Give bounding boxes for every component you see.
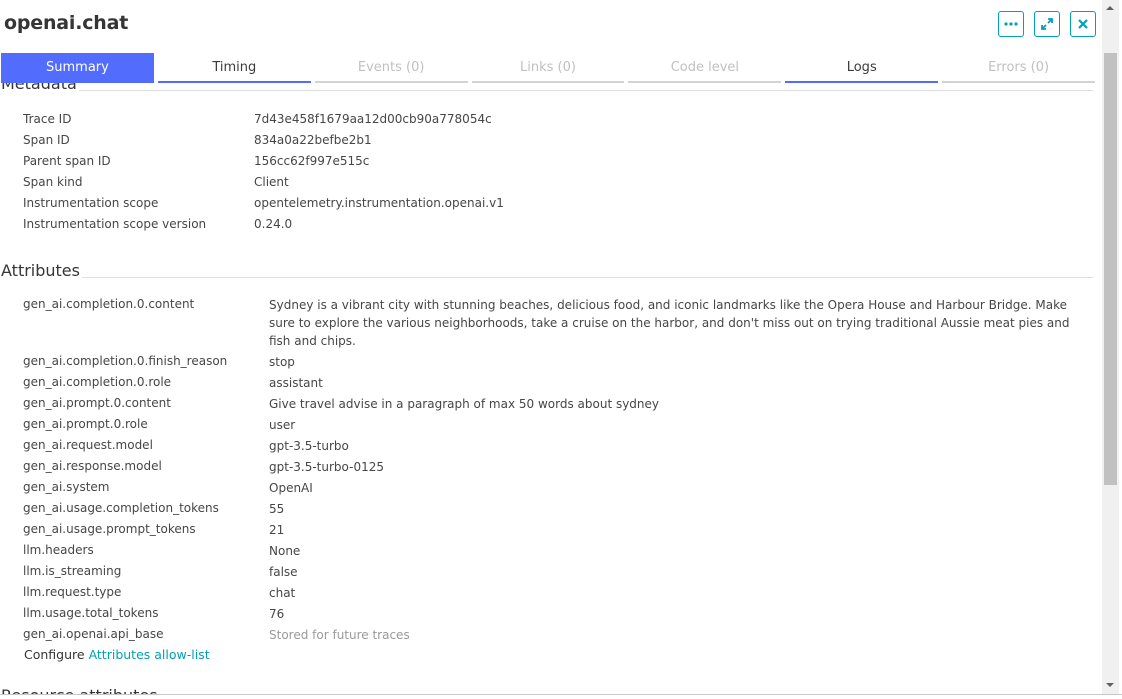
expand-button[interactable]: [1034, 11, 1060, 37]
kv-row: Span kind Client: [23, 172, 504, 193]
row-key: Span ID: [23, 133, 70, 147]
divider: [81, 277, 1093, 278]
row-key: gen_ai.prompt.0.role: [23, 417, 148, 431]
close-button[interactable]: [1070, 11, 1096, 37]
kv-row: Span ID 834a0a22befbe2b1: [23, 130, 504, 151]
row-value: 7d43e458f1679aa12d00cb90a778054c: [254, 112, 492, 126]
row-key: gen_ai.usage.prompt_tokens: [23, 522, 196, 536]
kv-row: gen_ai.request.model gpt-3.5-turbo: [23, 435, 1089, 456]
row-key: gen_ai.completion.0.finish_reason: [23, 354, 228, 368]
row-value: OpenAI: [269, 480, 313, 495]
row-key: gen_ai.usage.completion_tokens: [23, 501, 219, 515]
kv-row: Parent span ID 156cc62f997e515c: [23, 151, 504, 172]
tab-logs[interactable]: Logs: [785, 53, 939, 83]
row-value: 21: [269, 522, 285, 537]
metadata-heading: Metadata: [1, 83, 1093, 93]
tab-summary[interactable]: Summary: [1, 53, 154, 83]
span-title: openai.chat: [4, 12, 129, 34]
row-value: gpt-3.5-turbo-0125: [269, 459, 384, 474]
kv-row: gen_ai.system OpenAI: [23, 477, 1089, 498]
attributes-heading-text: Attributes: [1, 261, 80, 280]
row-value: chat: [269, 585, 296, 600]
kv-row: gen_ai.usage.prompt_tokens 21: [23, 519, 1089, 540]
attributes-table: gen_ai.completion.0.content Sydney is a v…: [23, 294, 1089, 645]
attributes-heading: Attributes: [1, 261, 1093, 280]
configure-label: Configure: [24, 647, 85, 662]
row-key: Trace ID: [23, 112, 72, 126]
row-value: Client: [254, 175, 289, 189]
row-key: gen_ai.request.model: [23, 438, 153, 452]
ellipsis-icon: [1004, 22, 1018, 26]
row-key: llm.headers: [23, 543, 94, 557]
row-key: Instrumentation scope version: [23, 217, 207, 231]
kv-row: Instrumentation scope opentelemetry.instr…: [23, 193, 504, 214]
row-key: gen_ai.system: [23, 480, 110, 494]
kv-row: llm.is_streaming false: [23, 561, 1089, 582]
row-value: Give travel advise in a paragraph of max…: [269, 396, 660, 411]
attributes-allow-list-link[interactable]: Attributes allow-list: [89, 647, 210, 662]
summary-content: Metadata Trace ID 7d43e458f1679aa12d00cb9…: [0, 83, 1101, 695]
configure-line: Configure Attributes allow-list: [24, 647, 210, 662]
row-key: gen_ai.openai.api_base: [23, 627, 164, 641]
expand-arrows-icon: [1041, 18, 1053, 30]
row-key: llm.usage.total_tokens: [23, 606, 159, 620]
more-options-button[interactable]: [998, 11, 1024, 37]
close-icon: [1078, 19, 1088, 29]
kv-row: gen_ai.openai.api_base Stored for future …: [23, 624, 1089, 645]
tab-code-level[interactable]: Code level: [628, 53, 782, 83]
kv-row: Trace ID 7d43e458f1679aa12d00cb90a778054c: [23, 109, 504, 130]
header-actions: [998, 11, 1096, 37]
tab-errors[interactable]: Errors (0): [942, 53, 1096, 83]
kv-row: llm.request.type chat: [23, 582, 1089, 603]
row-value: stop: [269, 354, 295, 369]
bottom-border: [0, 694, 1122, 695]
tab-timing[interactable]: Timing: [157, 53, 311, 83]
row-value: 0.24.0: [254, 217, 293, 231]
row-value: assistant: [269, 375, 323, 390]
row-value: 156cc62f997e515c: [254, 154, 370, 168]
kv-row: gen_ai.prompt.0.content Give travel advis…: [23, 393, 1089, 414]
row-key: llm.request.type: [23, 585, 122, 599]
row-key: Instrumentation scope: [23, 196, 159, 210]
row-value: gpt-3.5-turbo: [269, 438, 349, 453]
kv-row: Instrumentation scope version 0.24.0: [23, 214, 504, 235]
divider: [78, 90, 1093, 91]
kv-row: llm.usage.total_tokens 76: [23, 603, 1089, 624]
tab-events[interactable]: Events (0): [314, 53, 468, 83]
vertical-scrollbar[interactable]: [1102, 0, 1119, 695]
row-value: Sydney is a vibrant city with stunning b…: [269, 297, 1070, 348]
kv-row: gen_ai.completion.0.finish_reason stop: [23, 351, 1089, 372]
kv-row: gen_ai.response.model gpt-3.5-turbo-0125: [23, 456, 1089, 477]
kv-row: gen_ai.prompt.0.role user: [23, 414, 1089, 435]
row-value: 834a0a22befbe2b1: [254, 133, 372, 147]
row-value: None: [269, 543, 301, 558]
kv-row: llm.headers None: [23, 540, 1089, 561]
row-key: Parent span ID: [23, 154, 111, 168]
kv-row: gen_ai.completion.0.role assistant: [23, 372, 1089, 393]
row-key: gen_ai.response.model: [23, 459, 162, 473]
row-value: Stored for future traces: [269, 627, 410, 642]
row-value: false: [269, 564, 298, 579]
row-value: opentelemetry.instrumentation.openai.v1: [254, 196, 504, 210]
metadata-table: Trace ID 7d43e458f1679aa12d00cb90a778054c…: [23, 109, 504, 235]
scroll-up-arrow-icon[interactable]: [1106, 6, 1114, 10]
kv-row: gen_ai.completion.0.content Sydney is a v…: [23, 294, 1089, 351]
row-key: Span kind: [23, 175, 83, 189]
scroll-thumb[interactable]: [1104, 53, 1117, 485]
row-value: 76: [269, 606, 285, 621]
row-key: gen_ai.completion.0.content: [23, 297, 195, 311]
row-key: gen_ai.completion.0.role: [23, 375, 172, 389]
kv-row: gen_ai.usage.completion_tokens 55: [23, 498, 1089, 519]
scroll-down-arrow-icon[interactable]: [1106, 683, 1114, 687]
row-value: user: [269, 417, 296, 432]
row-value: 55: [269, 501, 285, 516]
row-key: llm.is_streaming: [23, 564, 122, 578]
row-key: gen_ai.prompt.0.content: [23, 396, 171, 410]
metadata-heading-text: Metadata: [1, 83, 77, 93]
tab-bar: Summary Timing Events (0) Links (0) Code…: [1, 53, 1096, 83]
tab-links[interactable]: Links (0): [471, 53, 625, 83]
